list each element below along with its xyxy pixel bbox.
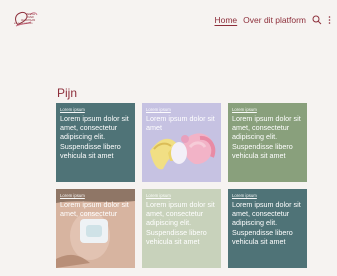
card-meta-link[interactable]: Lorem ipsum — [146, 193, 171, 198]
logo-mark-icon: VERTEL OVER JE LICHAAM EN JE GEVOELENS — [14, 12, 38, 27]
content-card[interactable]: Lorem ipsum Lorem ipsum dolor sit amet, … — [228, 103, 307, 182]
content-card[interactable]: Lorem ipsum Lorem ipsum dolor sit amet — [142, 103, 221, 182]
content-card[interactable]: Lorem ipsum Lorem ipsum dolor sit amet, … — [228, 189, 307, 268]
more-vertical-icon[interactable] — [328, 15, 331, 25]
card-meta-link[interactable]: Lorem ipsum — [60, 107, 85, 112]
page-title: Pijn — [57, 86, 78, 100]
card-text: Lorem ipsum dolor sit amet, consectetur … — [232, 114, 301, 160]
site-logo[interactable]: VERTEL OVER JE LICHAAM EN JE GEVOELENS — [4, 9, 56, 31]
card-meta-link[interactable]: Lorem ipsum — [60, 193, 85, 198]
card-text: Lorem ipsum dolor sit amet, consectetur — [60, 200, 129, 219]
card-meta-link[interactable]: Lorem ipsum — [232, 107, 257, 112]
card-meta-link[interactable]: Lorem ipsum — [232, 193, 257, 198]
card-text: Lorem ipsum dolor sit amet, consectetur … — [60, 114, 129, 160]
content-card[interactable]: Lorem ipsum Lorem ipsum dolor sit amet, … — [56, 189, 135, 268]
card-text: Lorem ipsum dolor sit amet, consectetur … — [146, 200, 215, 246]
card-text: Lorem ipsum dolor sit amet — [146, 114, 215, 133]
content-card[interactable]: Lorem ipsum Lorem ipsum dolor sit amet, … — [56, 103, 135, 182]
logo-text-line: JE LICHAAM — [21, 19, 35, 22]
main-nav: Home Over dit platform — [214, 15, 331, 25]
card-meta-link[interactable]: Lorem ipsum — [146, 107, 171, 112]
site-header: VERTEL OVER JE LICHAAM EN JE GEVOELENS H… — [0, 0, 337, 36]
nav-about-link[interactable]: Over dit platform — [243, 15, 306, 25]
logo-text-line: EN JE GEVOELENS — [14, 23, 33, 25]
nav-home-link[interactable]: Home — [214, 15, 237, 25]
card-text: Lorem ipsum dolor sit amet, consectetur … — [232, 200, 301, 246]
content-card[interactable]: Lorem ipsum Lorem ipsum dolor sit amet, … — [142, 189, 221, 268]
search-icon[interactable] — [312, 15, 322, 25]
